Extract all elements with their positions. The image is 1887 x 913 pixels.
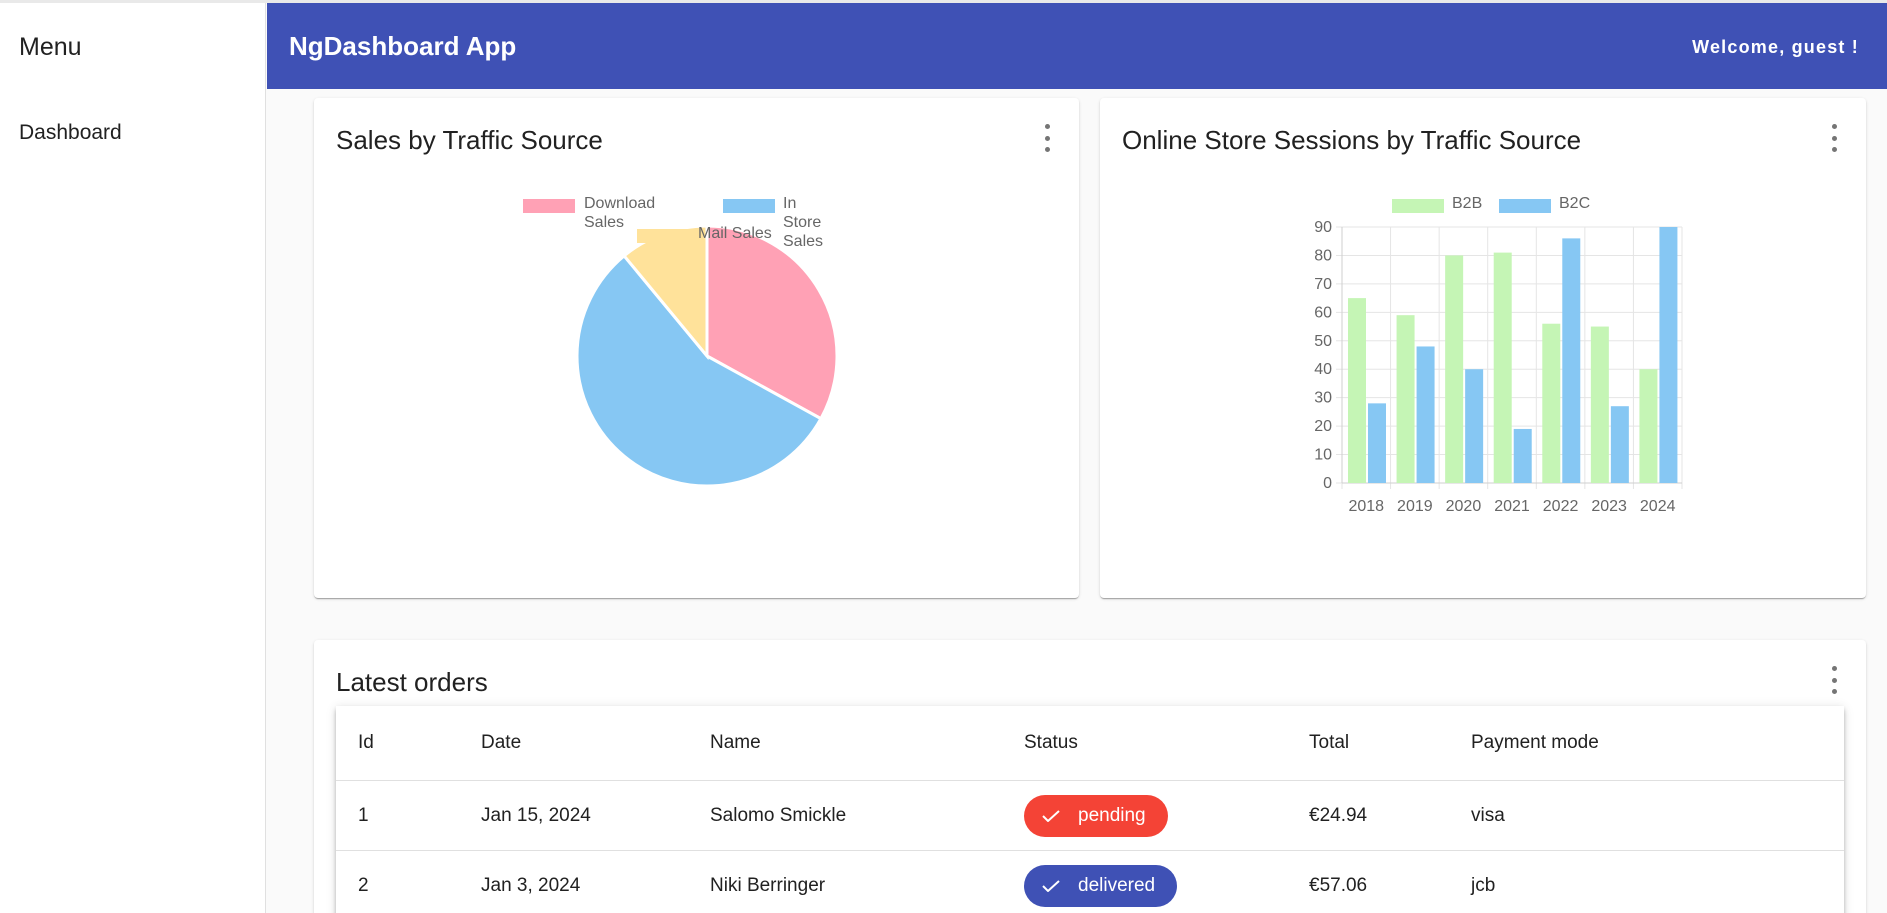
column-header-total[interactable]: Total	[1309, 732, 1349, 754]
menu-title: Menu	[19, 33, 82, 61]
status-badge: delivered	[1024, 864, 1178, 907]
column-header-date[interactable]: Date	[481, 732, 521, 754]
bar-b2b	[1639, 369, 1658, 483]
table-row[interactable]: 2 Jan 3, 2024 Niki Berringer delivered €…	[336, 851, 1844, 913]
bar-b2c	[1562, 238, 1581, 483]
table-row[interactable]: 1 Jan 15, 2024 Salomo Smickle pending €2…	[336, 781, 1844, 851]
pie-chart: Download Sales In Store Sales Mail Sales	[523, 195, 839, 488]
y-tick-label: 20	[1314, 418, 1332, 435]
legend-swatch	[1392, 199, 1444, 213]
bar-b2c	[1659, 227, 1678, 483]
legend-swatch	[523, 199, 575, 213]
cell-name: Salomo Smickle	[710, 804, 847, 826]
sales-by-traffic-card: Sales by Traffic Source Download Sales In S…	[314, 98, 1079, 598]
y-tick-label: 40	[1314, 361, 1332, 378]
legend-swatch	[1499, 199, 1551, 213]
x-tick-label: 2019	[1397, 498, 1433, 515]
app-title: NgDashboard App	[289, 31, 517, 61]
legend-label: B2B	[1452, 195, 1482, 212]
cell-date: Jan 15, 2024	[481, 804, 591, 826]
bar-b2b	[1590, 326, 1609, 483]
status-badge: pending	[1024, 794, 1168, 837]
check-icon	[1042, 879, 1060, 892]
cell-id: 2	[358, 874, 369, 896]
bar-b2c	[1416, 346, 1435, 483]
bar-b2c	[1513, 428, 1532, 483]
legend-swatch	[637, 229, 689, 243]
bar-chart: 0 10 20 30 40 50 60 70 80 90 2018 2019 2020 2021 2022 2…	[1314, 195, 1683, 515]
latest-orders-card: Latest orders Id Date Name Status Total …	[314, 640, 1866, 913]
x-tick-label: 2023	[1591, 498, 1627, 515]
column-header-status[interactable]: Status	[1024, 732, 1078, 754]
top-toolbar: NgDashboard App Welcome, guest !	[267, 3, 1887, 89]
bar-b2c	[1368, 403, 1386, 483]
cell-payment-mode: visa	[1471, 804, 1505, 826]
bar-b2b	[1542, 323, 1561, 483]
status-label: pending	[1078, 804, 1146, 826]
legend-swatch	[723, 199, 775, 213]
x-tick-label: 2018	[1348, 498, 1384, 515]
column-header-name[interactable]: Name	[710, 732, 761, 754]
y-tick-label: 30	[1314, 390, 1332, 407]
cell-total: €57.06	[1309, 874, 1368, 896]
cell-id: 1	[358, 804, 369, 826]
y-tick-label: 10	[1314, 447, 1332, 464]
cell-status: delivered	[1024, 864, 1178, 907]
bar-b2b	[1493, 252, 1512, 483]
cell-total: €24.94	[1309, 804, 1368, 826]
x-tick-label: 2020	[1446, 498, 1482, 515]
y-tick-label: 90	[1314, 219, 1332, 236]
bar-b2b	[1445, 255, 1464, 483]
legend-label: Download	[584, 195, 655, 212]
bar-b2c	[1610, 406, 1629, 483]
bar-b2b	[1396, 315, 1415, 483]
cell-name: Niki Berringer	[710, 874, 826, 896]
y-tick-label: 70	[1314, 276, 1332, 293]
card-title-orders: Latest orders	[336, 667, 488, 697]
cell-payment-mode: jcb	[1471, 874, 1496, 896]
nav-item-dashboard[interactable]: Dashboard	[19, 121, 122, 145]
welcome-message: Welcome, guest !	[1692, 37, 1859, 57]
bar-b2c	[1465, 369, 1484, 483]
x-tick-label: 2022	[1543, 498, 1579, 515]
x-tick-label: 2024	[1640, 498, 1676, 515]
legend-label: Store	[783, 214, 821, 231]
cell-status: pending	[1024, 794, 1168, 837]
bar-b2b	[1348, 298, 1366, 483]
legend-label: Sales	[584, 214, 624, 231]
legend-label: Mail Sales	[698, 225, 772, 242]
column-header-id[interactable]: Id	[358, 732, 374, 754]
x-tick-label: 2021	[1494, 498, 1530, 515]
cell-date: Jan 3, 2024	[481, 874, 581, 896]
y-tick-label: 50	[1314, 333, 1332, 350]
orders-table: Id Date Name Status Total Payment mode 1…	[336, 706, 1844, 913]
more-vert-icon[interactable]	[1828, 666, 1840, 694]
legend-label: B2C	[1559, 195, 1590, 212]
y-tick-label: 80	[1314, 247, 1332, 264]
sessions-by-traffic-card: Online Store Sessions by Traffic Source …	[1100, 98, 1866, 598]
y-tick-label: 0	[1323, 475, 1332, 492]
sidenav: Menu Dashboard	[0, 3, 266, 913]
status-label: delivered	[1078, 874, 1156, 896]
legend-label: Sales	[783, 233, 823, 250]
check-icon	[1042, 809, 1060, 822]
y-tick-label: 60	[1314, 304, 1332, 321]
column-header-payment-mode[interactable]: Payment mode	[1471, 732, 1599, 754]
table-header-row: Id Date Name Status Total Payment mode	[336, 706, 1844, 781]
legend-label: In	[783, 195, 796, 212]
